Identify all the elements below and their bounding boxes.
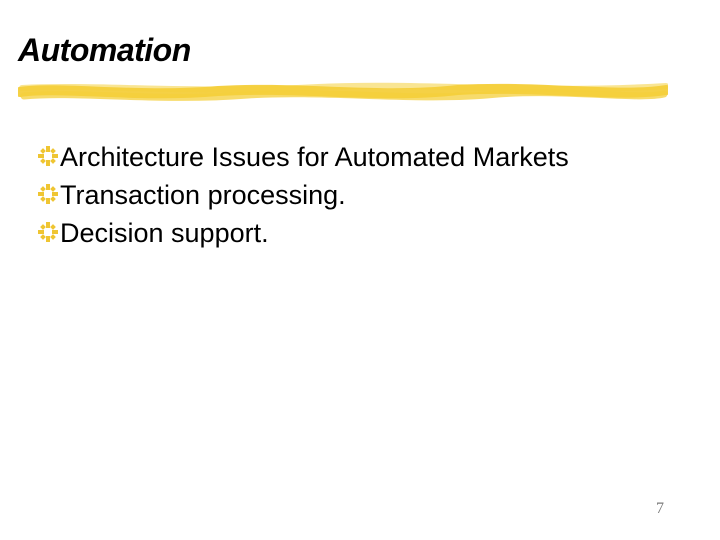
page-number: 7 [656, 500, 664, 518]
bullet-ornament-icon [38, 140, 58, 170]
title-underline [18, 82, 668, 104]
list-item: Decision support. [38, 216, 680, 250]
bullet-ornament-icon [38, 178, 58, 208]
slide: Automation [0, 0, 720, 540]
bullet-ornament-icon [38, 216, 58, 246]
bullet-text: Decision support. [60, 216, 269, 250]
list-item: Architecture Issues for Automated Market… [38, 140, 680, 174]
slide-title: Automation [18, 32, 191, 69]
bullet-list: Architecture Issues for Automated Market… [38, 140, 680, 254]
bullet-text: Architecture Issues for Automated Market… [60, 140, 569, 174]
list-item: Transaction processing. [38, 178, 680, 212]
bullet-text: Transaction processing. [60, 178, 346, 212]
